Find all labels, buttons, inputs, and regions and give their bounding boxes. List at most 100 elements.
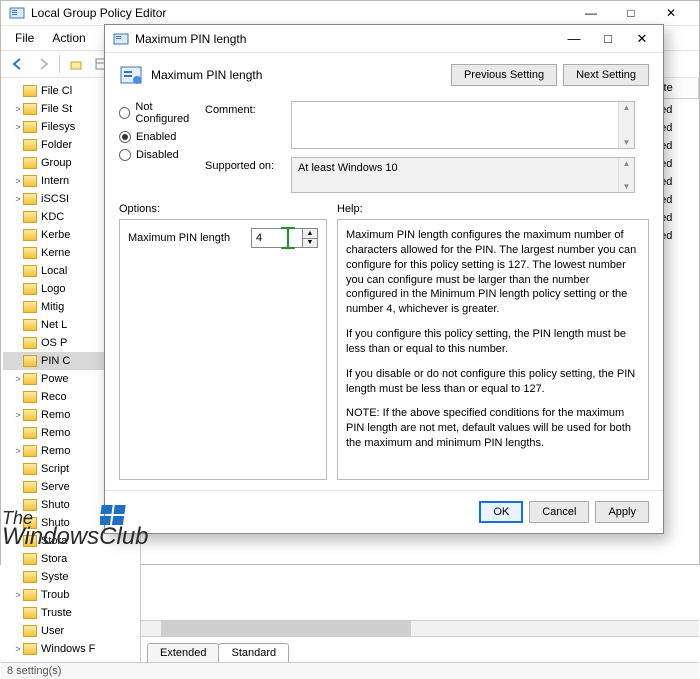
- folder-icon: [23, 589, 37, 601]
- dialog-footer: OK Cancel Apply: [105, 490, 663, 533]
- folder-icon: [23, 481, 37, 493]
- dialog-icon: [113, 31, 129, 47]
- help-paragraph: If you disable or do not configure this …: [346, 367, 640, 397]
- tree-label: User: [41, 625, 64, 637]
- horizontal-scrollbar[interactable]: [141, 620, 699, 636]
- tree-node[interactable]: Syste: [3, 568, 138, 586]
- chevron-icon: >: [13, 194, 23, 204]
- tree-label: Remo: [41, 409, 70, 421]
- folder-icon: [23, 103, 37, 115]
- help-label: Help:: [337, 203, 363, 215]
- help-panel[interactable]: Maximum PIN length configures the maximu…: [337, 219, 649, 480]
- radio-disabled[interactable]: Disabled: [119, 149, 205, 161]
- chevron-icon: >: [13, 176, 23, 186]
- comment-textarea[interactable]: ▲▼: [291, 101, 635, 149]
- tree-label: Kerbe: [41, 229, 70, 241]
- folder-icon: [23, 409, 37, 421]
- folder-icon: [23, 445, 37, 457]
- tree-label: Shuto: [41, 499, 70, 511]
- dialog-titlebar[interactable]: Maximum PIN length — □ ✕: [105, 25, 663, 53]
- option-label: Maximum PIN length: [128, 232, 230, 244]
- menu-file[interactable]: File: [7, 28, 42, 48]
- tree-node[interactable]: >Troub: [3, 586, 138, 604]
- tree-label: Powe: [41, 373, 69, 385]
- supported-on-label: Supported on:: [205, 157, 285, 172]
- chevron-icon: >: [13, 374, 23, 384]
- comment-scroll[interactable]: ▲▼: [618, 102, 634, 148]
- policy-name: Maximum PIN length: [151, 68, 443, 82]
- dialog-maximize-button[interactable]: □: [591, 28, 625, 50]
- max-pin-length-spinner[interactable]: ▲ ▼: [251, 228, 318, 248]
- folder-icon: [23, 193, 37, 205]
- section-labels: Options: Help:: [105, 197, 663, 219]
- tab-extended[interactable]: Extended: [147, 643, 219, 662]
- tree-node[interactable]: Truste: [3, 604, 138, 622]
- tree-node[interactable]: >Windows F: [3, 640, 138, 658]
- prev-next-group: Previous Setting Next Setting: [451, 64, 649, 86]
- tree-label: Logo: [41, 283, 65, 295]
- tree-label: iSCSI: [41, 193, 69, 205]
- scrollbar-thumb[interactable]: [161, 621, 411, 636]
- folder-icon: [23, 391, 37, 403]
- tree-node[interactable]: User: [3, 622, 138, 640]
- supported-on-value: At least Windows 10 ▲▼: [291, 157, 635, 193]
- folder-icon: [23, 283, 37, 295]
- folder-icon: [23, 463, 37, 475]
- toolbar-back-button[interactable]: [7, 53, 29, 75]
- tree-label: OS P: [41, 337, 67, 349]
- tree-label: KDC: [41, 211, 64, 223]
- tree-label: Local: [41, 265, 67, 277]
- supported-scroll[interactable]: ▲▼: [618, 158, 634, 192]
- folder-icon: [23, 337, 37, 349]
- menu-action[interactable]: Action: [44, 28, 93, 48]
- main-maximize-button[interactable]: □: [611, 1, 651, 25]
- tree-label: Remo: [41, 427, 70, 439]
- chevron-icon: >: [13, 590, 23, 600]
- toolbar-forward-button[interactable]: [32, 53, 54, 75]
- tree-label: PIN C: [41, 355, 70, 367]
- tree-label: Truste: [41, 607, 72, 619]
- tree-node[interactable]: Stora: [3, 550, 138, 568]
- folder-icon: [23, 229, 37, 241]
- spinner-up-button[interactable]: ▲: [303, 229, 317, 238]
- toolbar-separator: [59, 55, 60, 73]
- tree-label: Syste: [41, 571, 69, 583]
- radio-label: Not Configured: [135, 101, 205, 125]
- folder-icon: [23, 643, 37, 655]
- help-paragraph: If you configure this policy setting, th…: [346, 327, 640, 357]
- ok-button[interactable]: OK: [479, 501, 523, 523]
- spinner-down-button[interactable]: ▼: [303, 238, 317, 248]
- next-setting-button[interactable]: Next Setting: [563, 64, 649, 86]
- radio-not-configured[interactable]: Not Configured: [119, 101, 205, 125]
- option-max-pin-length: Maximum PIN length ▲ ▼: [128, 228, 318, 248]
- chevron-icon: >: [13, 410, 23, 420]
- policy-icon: [119, 63, 143, 87]
- tree-label: File Cl: [41, 85, 72, 97]
- comment-label: Comment:: [205, 101, 285, 116]
- radio-label: Disabled: [136, 149, 179, 161]
- tree-label: Folder: [41, 139, 72, 151]
- tree-label: Script: [41, 463, 69, 475]
- max-pin-length-input[interactable]: [252, 229, 302, 247]
- dialog-minimize-button[interactable]: —: [557, 28, 591, 50]
- apply-button[interactable]: Apply: [595, 501, 649, 523]
- tree-label: Net L: [41, 319, 67, 331]
- tree-label: Reco: [41, 391, 67, 403]
- dialog-close-button[interactable]: ✕: [625, 28, 659, 50]
- main-close-button[interactable]: ✕: [651, 1, 691, 25]
- cancel-button[interactable]: Cancel: [529, 501, 589, 523]
- previous-setting-button[interactable]: Previous Setting: [451, 64, 557, 86]
- folder-icon: [23, 355, 37, 367]
- folder-icon: [23, 625, 37, 637]
- tree-label: Group: [41, 157, 72, 169]
- watermark-flag-icon: [100, 503, 130, 527]
- main-minimize-button[interactable]: —: [571, 1, 611, 25]
- folder-icon: [23, 571, 37, 583]
- tab-standard[interactable]: Standard: [218, 643, 289, 662]
- options-label: Options:: [119, 203, 337, 215]
- radio-enabled[interactable]: Enabled: [119, 131, 205, 143]
- tree-label: Kerne: [41, 247, 70, 259]
- tree-label: Remo: [41, 445, 70, 457]
- folder-icon: [23, 427, 37, 439]
- toolbar-up-button[interactable]: [65, 53, 87, 75]
